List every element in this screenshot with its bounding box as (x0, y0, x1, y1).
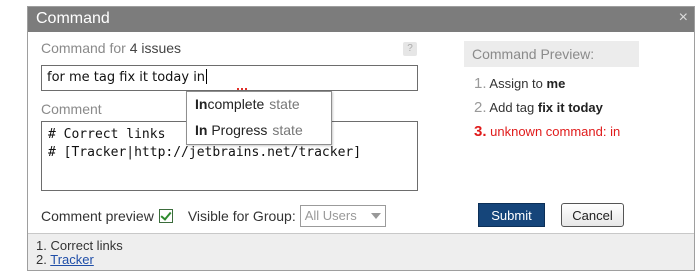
suggestion-match: In (195, 122, 208, 138)
issue-count: 4 issues (129, 40, 182, 56)
command-label-prefix: Command for (41, 40, 126, 56)
dialog-title: Command (36, 10, 110, 27)
submit-button[interactable]: Submit (478, 203, 545, 227)
comment-preview-panel: 1. Correct links 2. Tracker (28, 233, 694, 270)
title-bar: Command × (28, 7, 694, 32)
preview-item-error: 3. unknown command: in (474, 123, 620, 140)
preview-item-text: Add tag (489, 100, 538, 115)
suggestion-incomplete[interactable]: Incomplete state (187, 92, 331, 118)
preview-item-number: 3. (474, 123, 487, 140)
command-label: Command for 4 issues (41, 40, 181, 56)
comment-label: Comment (41, 101, 102, 117)
suggestion-in-progress[interactable]: In Progress state (187, 118, 331, 144)
preview-item-number: 1. (474, 75, 487, 92)
text-caret (206, 69, 208, 84)
command-input-value: for me tag fix it today in (47, 70, 206, 85)
suggestion-kind: state (269, 96, 300, 112)
preview-item-value: me (546, 76, 566, 91)
preview-item: 1. Assign to me (474, 75, 620, 92)
chevron-down-icon (370, 213, 381, 219)
comment-preview-checkbox[interactable] (158, 209, 173, 223)
spellcheck-underline (237, 87, 247, 90)
comment-preview-label: Comment preview (41, 208, 154, 224)
preview-item-text: unknown command: in (490, 124, 621, 139)
close-icon[interactable]: × (679, 9, 688, 27)
visible-group-value: All Users (304, 208, 357, 223)
comment-options: Comment preview Visible for Group: All U… (41, 205, 386, 227)
cancel-button[interactable]: Cancel (561, 203, 624, 227)
suggestion-rest: Progress (207, 122, 268, 138)
tracker-link[interactable]: Tracker (50, 252, 94, 267)
command-preview-heading: Command Preview: (464, 41, 639, 67)
preview-line-2-number: 2. (36, 252, 47, 267)
command-dialog: Command × Command for 4 issues ? for me … (27, 6, 695, 271)
preview-item: 2. Add tag fix it today (474, 99, 620, 116)
autocomplete-dropdown: Incomplete state In Progress state (186, 91, 332, 145)
command-input[interactable]: for me tag fix it today in (41, 65, 418, 91)
preview-line-2: 2. Tracker (36, 253, 686, 267)
preview-item-value: fix it today (537, 100, 603, 115)
help-icon[interactable]: ? (403, 42, 417, 56)
suggestion-kind: state (272, 122, 303, 138)
visible-group-select[interactable]: All Users (299, 205, 386, 227)
suggestion-match: In (195, 96, 208, 112)
suggestion-rest: complete (207, 96, 265, 112)
preview-item-number: 2. (474, 99, 487, 116)
preview-line-1: 1. Correct links (36, 238, 123, 253)
command-preview-list: 1. Assign to me 2. Add tag fix it today … (474, 75, 620, 147)
visible-group-label: Visible for Group: (187, 208, 296, 224)
preview-item-text: Assign to (489, 76, 547, 91)
